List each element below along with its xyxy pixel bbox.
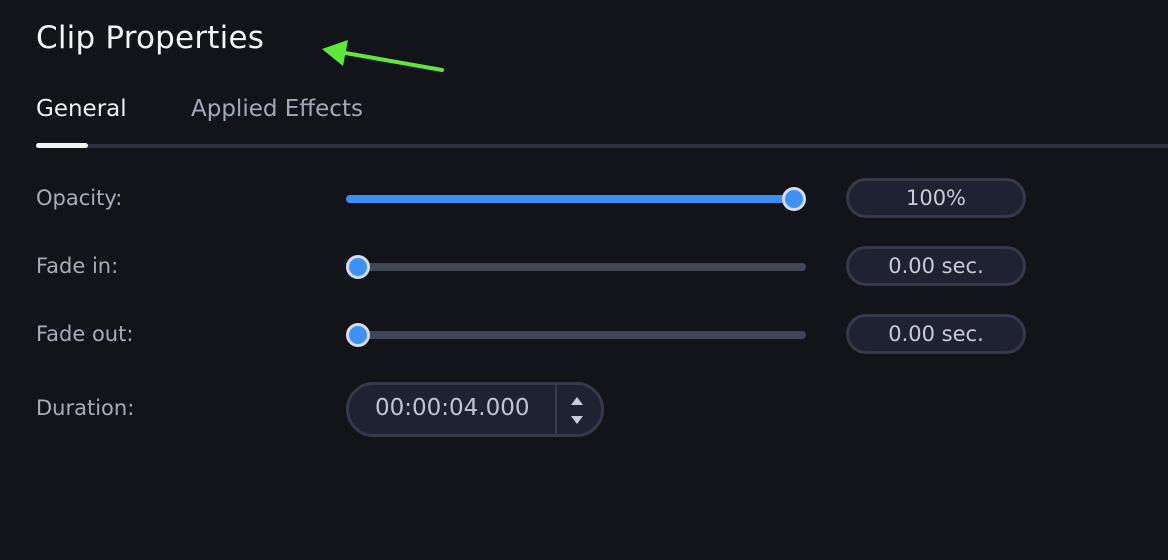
- tab-bar: General Applied Effects: [0, 92, 1168, 148]
- opacity-label: Opacity:: [36, 186, 123, 210]
- duration-input[interactable]: 00:00:04.000: [375, 395, 530, 421]
- spinbox-divider: [555, 385, 557, 434]
- active-tab-indicator: [36, 143, 88, 148]
- opacity-value-field[interactable]: 100%: [846, 178, 1026, 218]
- triangle-down-icon: [571, 416, 583, 424]
- slider-track: [346, 263, 806, 271]
- tab-divider: [36, 144, 1168, 148]
- decrement-button[interactable]: [569, 413, 585, 427]
- tab-applied-effects[interactable]: Applied Effects: [191, 96, 363, 122]
- fade-out-slider[interactable]: [346, 323, 806, 347]
- fade-in-slider[interactable]: [346, 255, 806, 279]
- increment-button[interactable]: [569, 394, 585, 408]
- triangle-up-icon: [571, 397, 583, 405]
- duration-spinbox: 00:00:04.000: [346, 382, 604, 437]
- fade-out-value-field[interactable]: 0.00 sec.: [846, 314, 1026, 354]
- slider-fill: [346, 195, 794, 203]
- tab-general[interactable]: General: [36, 96, 127, 122]
- fade-in-label: Fade in:: [36, 254, 119, 278]
- slider-thumb[interactable]: [782, 187, 806, 211]
- opacity-slider[interactable]: [346, 187, 806, 211]
- slider-thumb[interactable]: [346, 255, 370, 279]
- duration-label: Duration:: [36, 396, 135, 420]
- panel-title: Clip Properties: [36, 20, 265, 56]
- slider-thumb[interactable]: [346, 323, 370, 347]
- fade-out-label: Fade out:: [36, 322, 134, 346]
- slider-track: [346, 331, 806, 339]
- arrow-left-icon: [322, 40, 444, 72]
- fade-in-value-field[interactable]: 0.00 sec.: [846, 246, 1026, 286]
